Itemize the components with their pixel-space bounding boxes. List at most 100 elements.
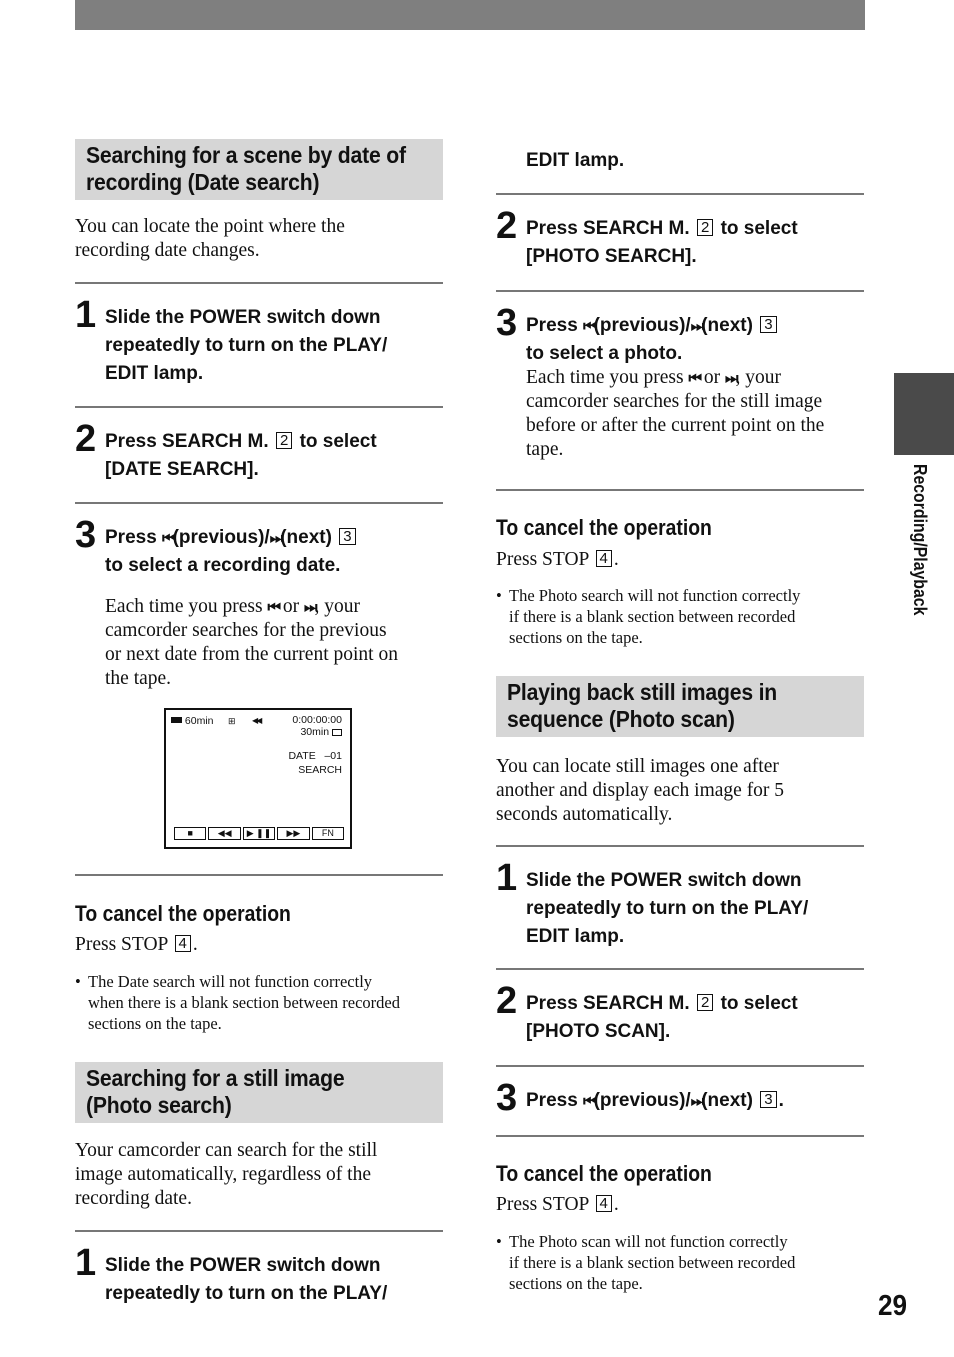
step-number: 2 [75, 418, 97, 460]
step-text-pre: Press SEARCH M. [105, 431, 269, 452]
cancel-heading: To cancel the operation [496, 1161, 712, 1186]
step-number: 3 [75, 514, 97, 556]
intro-line: Your camcorder can search for the still [75, 1140, 378, 1161]
lcd-button-bar: ■ ◀◀ ▶ ❚❚ ▶▶ FN [174, 827, 345, 840]
step-instruction: Slide the POWER switch down repeatedly t… [105, 304, 387, 388]
note-line: The Photo search will not function corre… [509, 586, 801, 605]
note-line: when there is a blank section between re… [88, 993, 400, 1012]
button-ref-2: 2 [696, 219, 714, 236]
step-instruction: Press ⏮(previous)/⏭(next) 3 to select a … [105, 524, 358, 580]
divider [496, 1065, 864, 1067]
button-ref-4: 4 [595, 550, 612, 567]
desc-text: , your [314, 596, 361, 617]
page-number: 29 [878, 1290, 908, 1322]
step-line: [PHOTO SEARCH]. [526, 246, 697, 267]
step-number: 1 [75, 1242, 97, 1284]
next-icon: ⏭ [690, 1092, 704, 1110]
desc-text: Each time you press [526, 367, 684, 388]
step-line: Slide the POWER switch down [105, 1255, 381, 1276]
button-ref-3: 3 [339, 528, 356, 545]
step-number: 1 [496, 857, 518, 899]
play-pause-button: ▶ ❚❚ [242, 827, 276, 840]
title-line: Searching for a scene by date of [86, 142, 406, 168]
search-label: SEARCH [298, 764, 342, 776]
step-line: EDIT lamp. [105, 363, 204, 384]
cancel-heading: To cancel the operation [496, 515, 712, 540]
step-instruction: Press SEARCH M. 2 to select [PHOTO SCAN]… [526, 990, 798, 1046]
intro-line: seconds automatically. [496, 804, 673, 825]
divider [75, 282, 443, 284]
mode-icon: ⊞ [228, 716, 236, 726]
title-line: sequence (Photo scan) [507, 706, 735, 732]
chapter-label: Recording/Playback [910, 464, 930, 616]
step-number: 2 [496, 980, 518, 1022]
step-line: repeatedly to turn on the PLAY/ [105, 1283, 388, 1304]
desc-line: the tape. [105, 668, 172, 689]
step-text-pre: Press [526, 315, 578, 336]
cancel-instruction: Press STOP 4. [496, 549, 619, 570]
step-text-pre: Press SEARCH M. [526, 218, 690, 239]
note-line: The Photo scan will not function correct… [509, 1232, 788, 1251]
intro-line: another and display each image for 5 [496, 780, 785, 801]
page-header-bar [75, 0, 865, 30]
desc-line: tape. [526, 439, 564, 460]
step-instruction: Slide the POWER switch down repeatedly t… [526, 867, 808, 951]
cancel-text: Press STOP [75, 934, 168, 955]
note-line: sections on the tape. [88, 1014, 222, 1033]
note-line: sections on the tape. [509, 1274, 643, 1293]
divider [496, 489, 864, 491]
desc-line: camcorder searches for the previous [105, 620, 387, 641]
desc-text: Each time you press [105, 596, 263, 617]
step-description: Each time you press ⏮ or ⏭, your camcord… [105, 595, 398, 691]
step-line: Slide the POWER switch down [105, 307, 381, 328]
step-number: 1 [75, 294, 97, 336]
intro-line: image automatically, regardless of the [75, 1164, 371, 1185]
previous-label: (previous)/ [593, 1090, 691, 1111]
divider [496, 968, 864, 970]
next-icon: ⏭ [724, 369, 738, 387]
next-icon: ⏭ [269, 529, 283, 547]
step-text-post: to select [299, 431, 377, 452]
previous-label: (previous)/ [172, 527, 270, 548]
battery-icon [171, 717, 182, 723]
step-instruction: Press ⏮(previous)/⏭(next) 3 to select a … [526, 312, 779, 368]
desc-text: , your [735, 367, 782, 388]
step-text-end: . [778, 1090, 784, 1111]
step-instruction: Press SEARCH M. 2 to select [PHOTO SEARC… [526, 215, 798, 271]
divider [496, 193, 864, 195]
intro-line: recording date changes. [75, 240, 260, 261]
step-line: repeatedly to turn on the PLAY/ [105, 335, 388, 356]
divider [75, 502, 443, 504]
step-line: Slide the POWER switch down [526, 870, 802, 891]
cancel-text: Press STOP [496, 549, 589, 570]
fast-forward-button: ▶▶ [277, 827, 310, 840]
intro-line: recording date. [75, 1188, 192, 1209]
section-title-photo-scan: Playing back still images in sequence (P… [496, 676, 864, 737]
next-label: (next) [280, 527, 332, 548]
button-ref-4: 4 [595, 1195, 612, 1212]
lcd-screen-illustration: 60min ⊞ ◀◀ 0:00:00:00 30min DATE –01 SEA… [164, 708, 352, 849]
note-line: if there is a blank section between reco… [509, 607, 796, 626]
battery-indicator: 60min [171, 715, 214, 727]
bullet: • [75, 972, 81, 991]
step-instruction: Press SEARCH M. 2 to select [DATE SEARCH… [105, 428, 377, 484]
step-instruction: Press ⏮(previous)/⏭(next) 3. [526, 1087, 784, 1115]
title-line: (Photo search) [86, 1092, 232, 1118]
step-text-pre: Press [526, 1090, 578, 1111]
desc-line: camcorder searches for the still image [526, 391, 823, 412]
section-title-photo-search: Searching for a still image (Photo searc… [75, 1062, 443, 1123]
previous-label: (previous)/ [593, 315, 691, 336]
bullet: • [496, 586, 502, 605]
step-line: EDIT lamp. [526, 150, 625, 171]
divider [75, 874, 443, 876]
cancel-heading: To cancel the operation [75, 901, 291, 926]
title-line: recording (Date search) [86, 169, 320, 195]
step-line: EDIT lamp. [526, 926, 625, 947]
bullet: • [496, 1232, 502, 1251]
previous-icon: ⏮ [583, 1092, 596, 1110]
step-line: [PHOTO SCAN]. [526, 1021, 671, 1042]
button-ref-3: 3 [760, 1091, 777, 1108]
button-ref-3: 3 [760, 316, 777, 333]
previous-icon: ⏮ [162, 529, 175, 547]
date-label: DATE [288, 750, 316, 762]
